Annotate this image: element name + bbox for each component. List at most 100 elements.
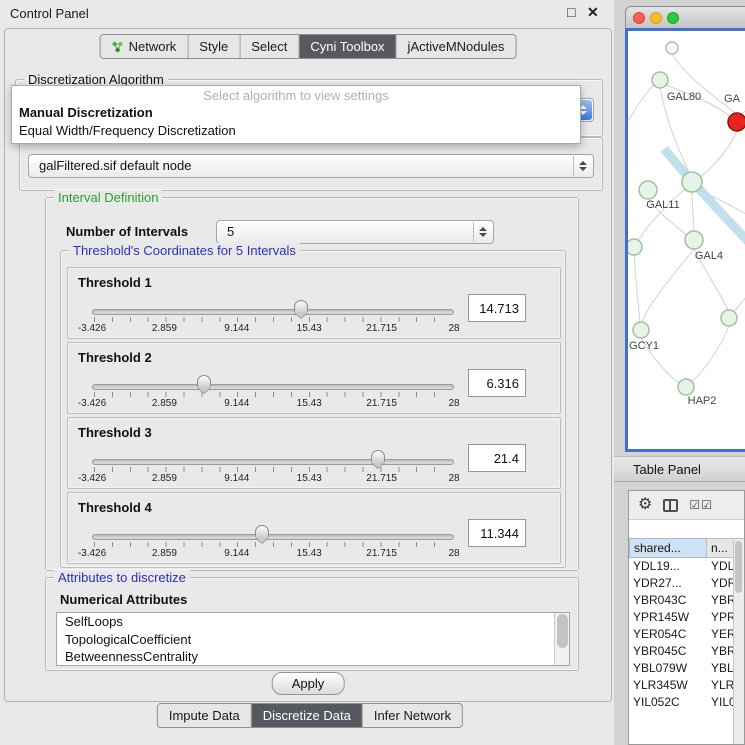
tab-jactivemnodules[interactable]: jActiveMNodules bbox=[396, 35, 516, 58]
slider-tick-labels: -3.426 2.859 9.144 15.43 21.715 28 bbox=[92, 398, 454, 410]
threshold-label: Threshold 2 bbox=[78, 350, 152, 365]
dropdown-option-manual[interactable]: Manual Discretization bbox=[12, 104, 580, 122]
zoom-traffic-light[interactable] bbox=[667, 12, 679, 24]
table-row[interactable]: YBR043C YBR043C bbox=[629, 592, 744, 609]
num-intervals-label: Number of Intervals bbox=[66, 224, 188, 239]
list-item[interactable]: BetweennessCentrality bbox=[57, 648, 569, 666]
table-header-row: shared... n... bbox=[629, 538, 744, 558]
minimize-traffic-light[interactable] bbox=[650, 12, 662, 24]
scrollbar-thumb[interactable] bbox=[557, 614, 568, 648]
table-spacer bbox=[629, 520, 744, 538]
num-intervals-select[interactable]: 5 bbox=[216, 220, 494, 244]
table-scrollbar[interactable] bbox=[733, 539, 744, 744]
table-panel-header: Table Panel bbox=[614, 456, 745, 482]
tab-infer-network[interactable]: Infer Network bbox=[362, 704, 462, 727]
list-scrollbar[interactable] bbox=[554, 613, 569, 665]
slider-track[interactable] bbox=[92, 309, 454, 315]
slider-thumb[interactable] bbox=[371, 450, 385, 462]
threshold-3-value-input[interactable]: 21.4 bbox=[468, 444, 526, 472]
tab-impute-data[interactable]: Impute Data bbox=[158, 704, 251, 727]
table-row[interactable]: YLR345W YLR345W bbox=[629, 677, 744, 694]
network-node[interactable] bbox=[721, 310, 737, 326]
threshold-1-value-input[interactable]: 14.713 bbox=[468, 294, 526, 322]
slider-track[interactable] bbox=[92, 534, 454, 540]
node-label: HAP2 bbox=[688, 395, 717, 407]
tick-label: 15.43 bbox=[297, 398, 322, 409]
tick-label: 21.715 bbox=[366, 548, 397, 559]
list-item[interactable]: TopologicalCoefficient bbox=[57, 631, 569, 649]
threshold-2-value-input[interactable]: 6.316 bbox=[468, 369, 526, 397]
tick-label: 9.144 bbox=[224, 398, 249, 409]
threshold-3-slider[interactable]: -3.426 2.859 9.144 15.43 21.715 28 bbox=[92, 448, 454, 486]
combo-arrows-icon bbox=[473, 222, 492, 242]
table-row[interactable]: YBR045C YBR045C bbox=[629, 643, 744, 660]
column-selector-icon[interactable] bbox=[663, 499, 678, 512]
scrollbar-thumb[interactable] bbox=[735, 541, 742, 593]
group-title: Attributes to discretize bbox=[54, 570, 190, 585]
table-data-group: Table Data galFiltered.sif default node bbox=[19, 137, 603, 191]
threshold-label: Threshold 3 bbox=[78, 425, 152, 440]
tab-label: Discretize Data bbox=[263, 708, 351, 723]
numerical-attributes-list: SelfLoops TopologicalCoefficient Between… bbox=[56, 612, 570, 666]
table-row[interactable]: YIL052C YIL052C bbox=[629, 694, 744, 711]
minimize-button[interactable]: □ bbox=[567, 4, 575, 20]
network-node-selected[interactable] bbox=[728, 113, 745, 131]
table-row[interactable]: YPR145W YPR145W bbox=[629, 609, 744, 626]
network-node[interactable] bbox=[666, 42, 678, 54]
network-node[interactable] bbox=[678, 379, 694, 395]
slider-thumb[interactable] bbox=[294, 300, 308, 312]
close-button[interactable]: ✕ bbox=[587, 4, 599, 20]
slider-track[interactable] bbox=[92, 459, 454, 465]
tab-select[interactable]: Select bbox=[239, 35, 298, 58]
network-window-titlebar[interactable] bbox=[625, 6, 745, 28]
group-title: Interval Definition bbox=[54, 190, 162, 205]
network-canvas[interactable]: GAL80 GA GAL11 GAL4 GCY1 HAP2 bbox=[628, 31, 745, 449]
network-node[interactable] bbox=[639, 181, 657, 199]
tick-label: 28 bbox=[448, 473, 459, 484]
network-node[interactable] bbox=[682, 172, 702, 192]
table-row[interactable]: YDL19... YDL19... bbox=[629, 558, 744, 575]
list-item[interactable]: SelfLoops bbox=[57, 613, 569, 631]
threshold-2-slider[interactable]: -3.426 2.859 9.144 15.43 21.715 28 bbox=[92, 373, 454, 411]
threshold-1-slider[interactable]: -3.426 2.859 9.144 15.43 21.715 28 bbox=[92, 298, 454, 336]
network-view-window: GAL80 GA GAL11 GAL4 GCY1 HAP2 bbox=[625, 6, 745, 452]
network-node[interactable] bbox=[685, 231, 703, 249]
tick-label: 15.43 bbox=[297, 473, 322, 484]
network-node[interactable] bbox=[652, 72, 668, 88]
threshold-4-value-input[interactable]: 11.344 bbox=[468, 519, 526, 547]
threshold-4-slider[interactable]: -3.426 2.859 9.144 15.43 21.715 28 bbox=[92, 523, 454, 561]
slider-track[interactable] bbox=[92, 384, 454, 390]
tab-cyni-toolbox[interactable]: Cyni Toolbox bbox=[298, 35, 395, 58]
threshold-1-box: Threshold 1 -3.426 2.859 9.144 15.43 21.… bbox=[67, 267, 561, 339]
slider-thumb[interactable] bbox=[197, 375, 211, 387]
dropdown-hint: Select algorithm to view settings bbox=[12, 86, 580, 104]
tick-label: 9.144 bbox=[224, 323, 249, 334]
tick-label: 21.715 bbox=[366, 473, 397, 484]
table-row[interactable]: YER054C YER054C bbox=[629, 626, 744, 643]
tick-label: -3.426 bbox=[78, 398, 106, 409]
checkbox-icon[interactable]: ☑☑ bbox=[689, 498, 713, 512]
tab-style[interactable]: Style bbox=[187, 35, 239, 58]
tick-label: 21.715 bbox=[366, 323, 397, 334]
table-row[interactable]: YBL079W YBL079W bbox=[629, 660, 744, 677]
tick-label: 9.144 bbox=[224, 473, 249, 484]
network-node[interactable] bbox=[633, 322, 649, 338]
tick-label: 28 bbox=[448, 323, 459, 334]
tick-label: 2.859 bbox=[152, 473, 177, 484]
table-row[interactable]: YDR27... YDR27... bbox=[629, 575, 744, 592]
table-data-select[interactable]: galFiltered.sif default node bbox=[28, 154, 594, 178]
tab-label: Impute Data bbox=[169, 708, 240, 723]
close-traffic-light[interactable] bbox=[633, 12, 645, 24]
gear-icon[interactable]: ⚙ bbox=[638, 497, 652, 513]
tab-discretize-data[interactable]: Discretize Data bbox=[251, 704, 362, 727]
network-frame: GAL80 GA GAL11 GAL4 GCY1 HAP2 bbox=[625, 28, 745, 452]
network-graph[interactable]: GAL80 GA GAL11 GAL4 GCY1 HAP2 bbox=[628, 31, 745, 449]
network-node[interactable] bbox=[628, 239, 642, 255]
apply-button[interactable]: Apply bbox=[272, 672, 345, 695]
slider-thumb[interactable] bbox=[255, 525, 269, 537]
tick-label: -3.426 bbox=[78, 473, 106, 484]
tab-network[interactable]: Network bbox=[101, 35, 188, 58]
dropdown-option-equal-width[interactable]: Equal Width/Frequency Discretization bbox=[12, 122, 580, 140]
node-label: GAL4 bbox=[695, 250, 723, 262]
column-header-shared-name[interactable]: shared... bbox=[629, 538, 707, 558]
